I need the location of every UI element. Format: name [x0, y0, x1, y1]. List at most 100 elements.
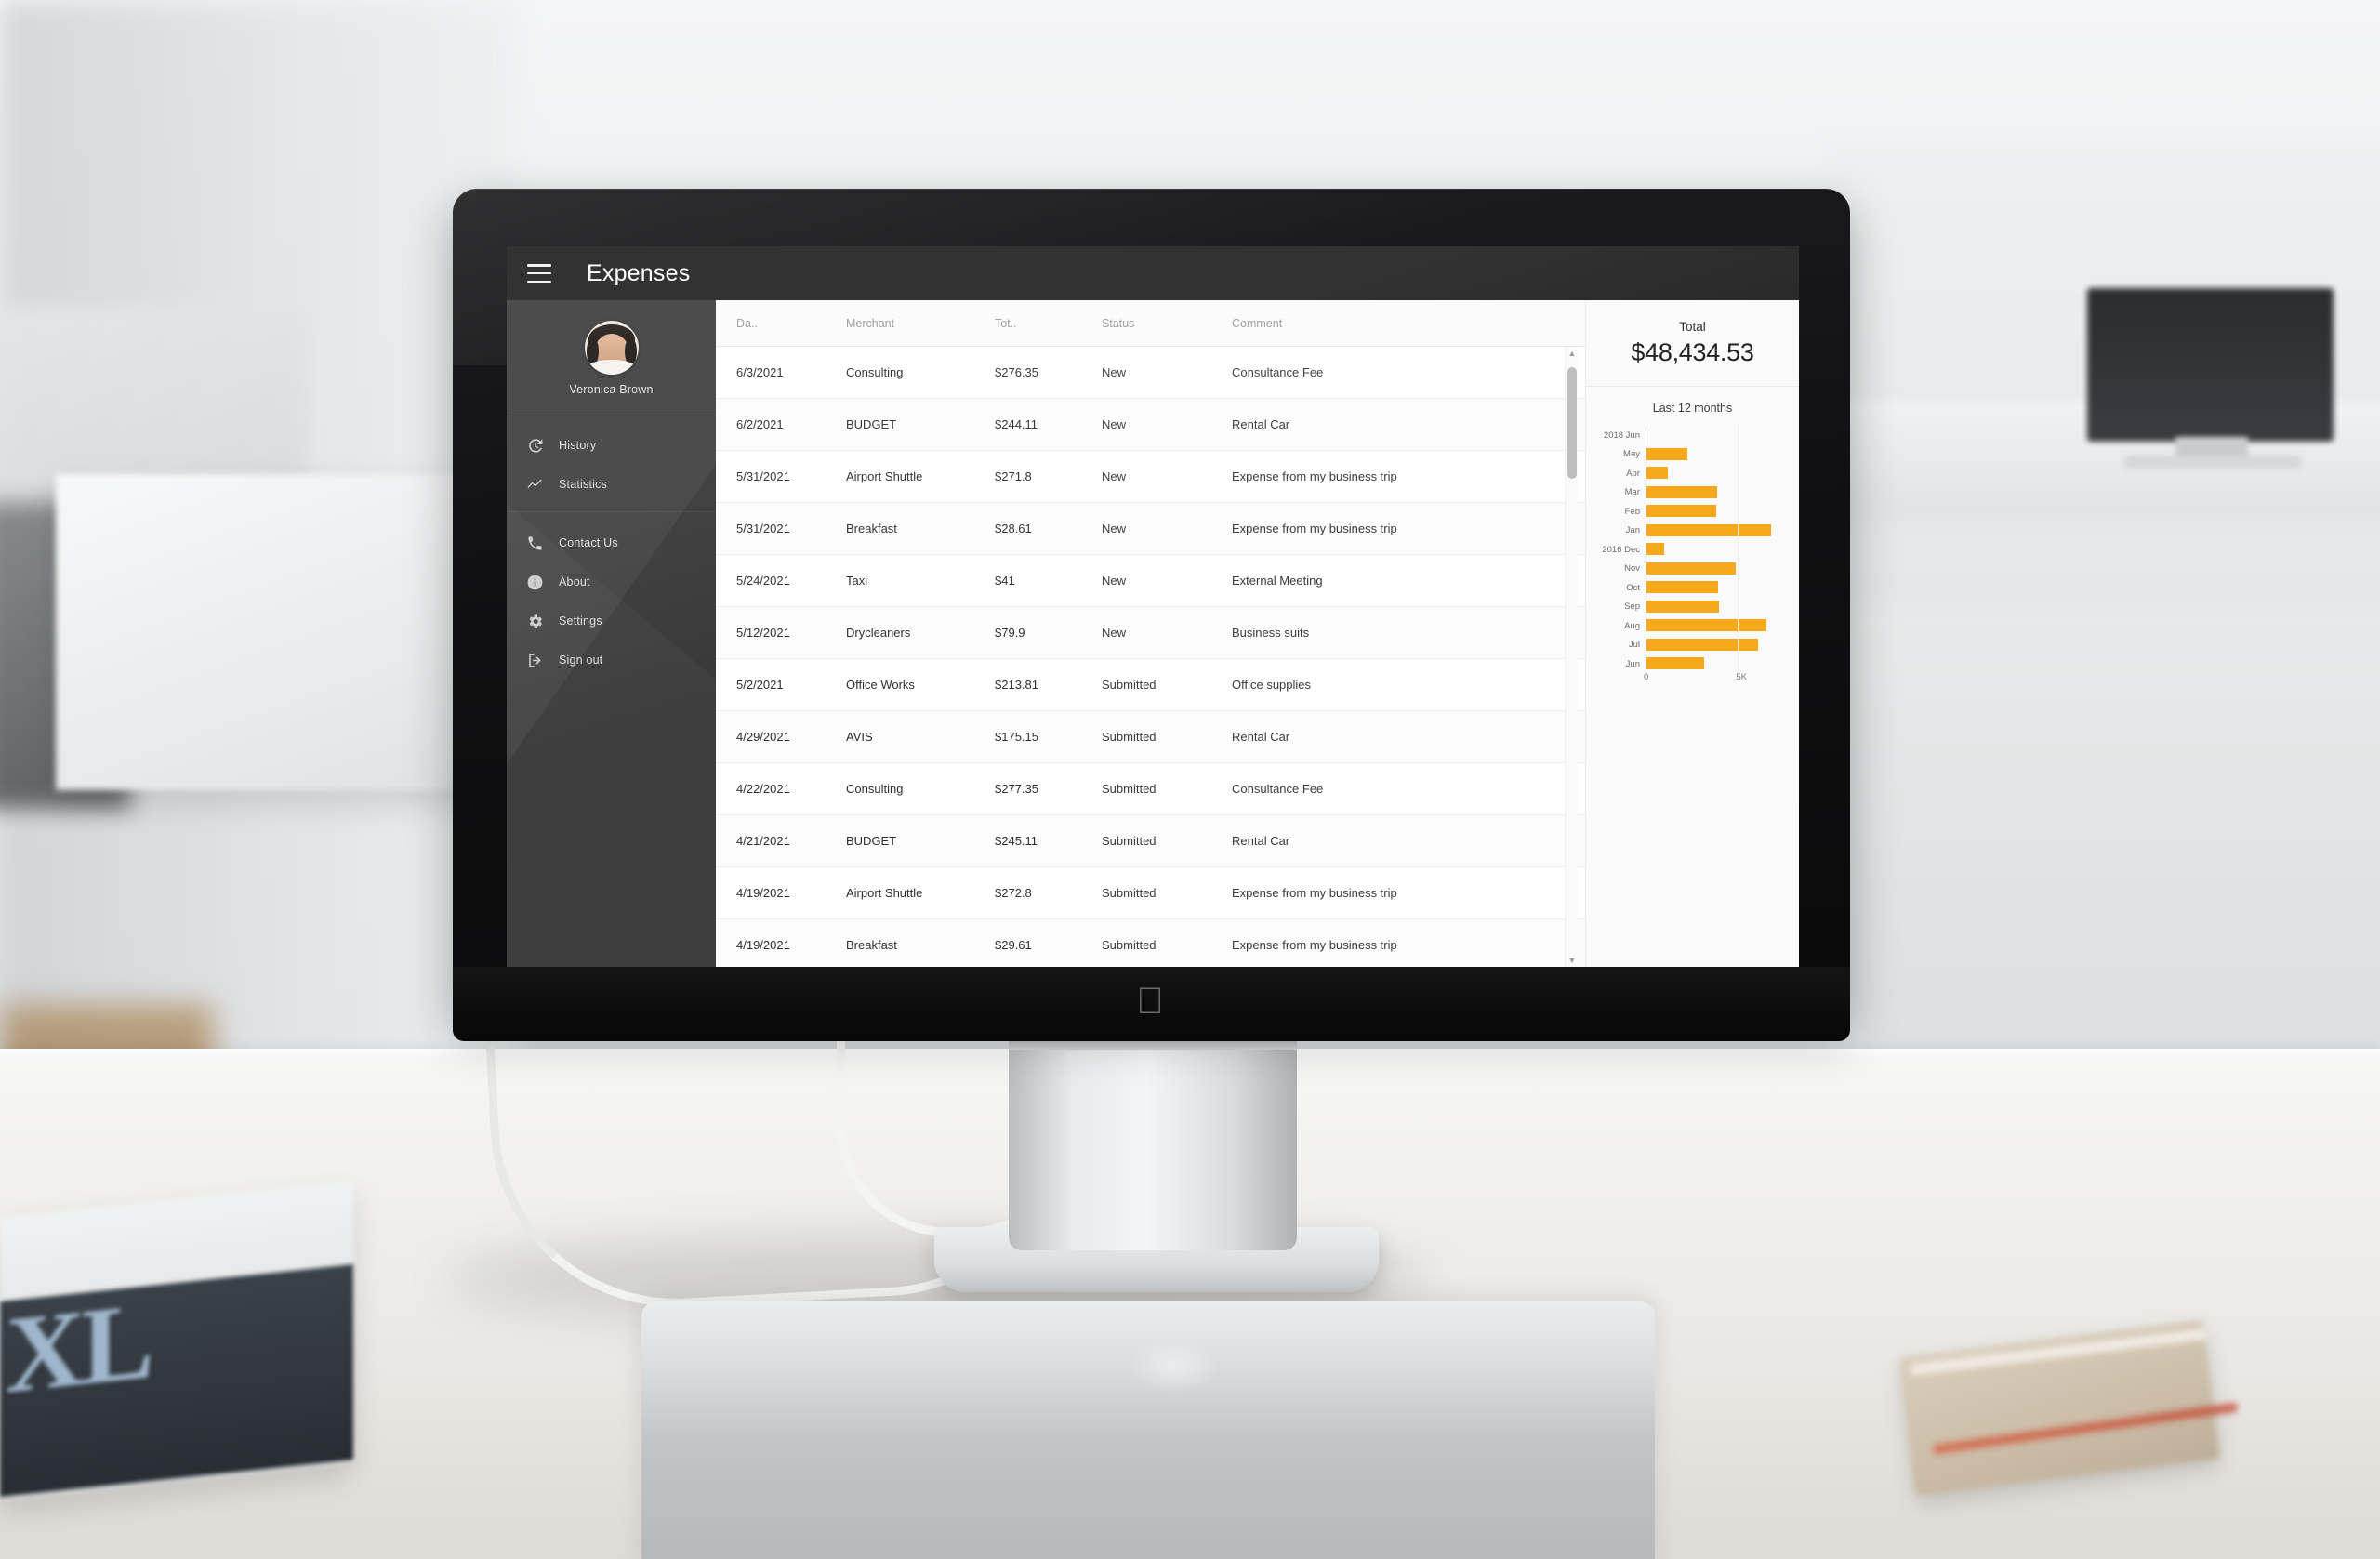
sidebar-profile[interactable]: Veronica Brown	[507, 300, 716, 416]
table-row[interactable]: 6/2/2021 BUDGET $244.11 New Rental Car	[716, 399, 1585, 451]
chart-bar	[1646, 581, 1718, 593]
chart-x-axis-labels: 0 5K	[1592, 672, 1786, 691]
chart-bar-row: Nov	[1592, 560, 1786, 578]
app-screen: Expenses Veronica Brown History Statisti…	[507, 246, 1799, 967]
sidebar-item-settings[interactable]: Settings	[507, 601, 716, 641]
chart-bar-row: Apr	[1592, 464, 1786, 482]
cell-date: 6/3/2021	[736, 365, 784, 379]
table-row[interactable]: 5/24/2021 Taxi $41 New External Meeting	[716, 555, 1585, 607]
cell-merchant: Breakfast	[846, 522, 897, 535]
table-row[interactable]: 4/19/2021 Breakfast $29.61 Submitted Exp…	[716, 919, 1585, 967]
cell-status: New	[1102, 574, 1127, 588]
chart-bar-row: Sep	[1592, 598, 1786, 616]
cell-comment: Expense from my business trip	[1232, 886, 1397, 900]
sidebar-item-statistics[interactable]: Statistics	[507, 465, 716, 504]
table-row[interactable]: 4/29/2021 AVIS $175.15 Submitted Rental …	[716, 711, 1585, 763]
chart-bar	[1646, 447, 1687, 460]
cell-status: Submitted	[1102, 886, 1157, 900]
cell-comment: Consultance Fee	[1232, 782, 1324, 796]
scroll-up-arrow-icon[interactable]: ▲	[1567, 349, 1577, 358]
monthly-expenses-bar-chart: 2018 Jun May Apr Mar Feb Jan 2016 Dec Nov Oct Sep…	[1586, 422, 1799, 967]
table-header-row: Da.. Merchant Tot.. Status Comment	[716, 300, 1585, 347]
cell-merchant: Airport Shuttle	[846, 469, 923, 483]
cell-comment: Consultance Fee	[1232, 365, 1324, 379]
sidebar-item-about[interactable]: About	[507, 562, 716, 601]
sidebar-item-label: Statistics	[559, 478, 608, 491]
cell-status: New	[1102, 417, 1127, 431]
closed-laptop	[641, 1301, 1655, 1559]
scrollbar-thumb[interactable]	[1567, 367, 1577, 479]
cell-status: Submitted	[1102, 782, 1157, 796]
table-row[interactable]: 4/22/2021 Consulting $277.35 Submitted C…	[716, 763, 1585, 815]
cell-merchant: Office Works	[846, 678, 915, 692]
info-icon	[523, 571, 546, 593]
chart-bar	[1646, 523, 1771, 536]
phone-icon	[523, 532, 546, 554]
cell-date: 5/24/2021	[736, 574, 790, 588]
chart-bar-track	[1646, 560, 1786, 578]
cell-date: 4/29/2021	[736, 730, 790, 744]
column-header-status[interactable]: Status	[1102, 317, 1232, 330]
cell-comment: Expense from my business trip	[1232, 938, 1397, 952]
cell-comment: Rental Car	[1232, 730, 1290, 744]
summary-panel: Total $48,434.53 Last 12 months 2018 Jun…	[1585, 300, 1799, 967]
page-title: Expenses	[587, 259, 691, 286]
column-header-comment[interactable]: Comment	[1232, 317, 1585, 330]
chart-category-label: Mar	[1624, 487, 1640, 497]
avatar-collar	[586, 359, 637, 375]
chart-category-label: Oct	[1626, 582, 1640, 593]
total-box: Total $48,434.53	[1586, 300, 1799, 387]
sidebar-item-history[interactable]: History	[507, 426, 716, 465]
scroll-down-arrow-icon[interactable]: ▼	[1567, 956, 1577, 965]
cell-date: 5/31/2021	[736, 522, 790, 535]
chart-bar	[1646, 600, 1719, 613]
chart-bar	[1646, 543, 1664, 555]
cell-total: $175.15	[995, 730, 1038, 744]
sign-out-icon	[523, 649, 546, 671]
chart-bar-track	[1646, 540, 1786, 559]
sidebar-nav-group-primary: History Statistics	[507, 416, 716, 504]
sidebar-nav-group-secondary: Contact Us About Settings Sign out	[507, 511, 716, 680]
column-header-date[interactable]: Da..	[736, 317, 846, 330]
chart-bar-row: Oct	[1592, 578, 1786, 597]
hamburger-menu-icon[interactable]	[527, 264, 551, 283]
cell-merchant: Breakfast	[846, 938, 897, 952]
apple-logo-icon: 	[1132, 981, 1168, 1022]
sidebar-item-label: Sign out	[559, 654, 603, 667]
sidebar-item-contact-us[interactable]: Contact Us	[507, 523, 716, 562]
sidebar: Veronica Brown History Statistics Contac…	[507, 300, 716, 967]
sidebar-item-label: Settings	[559, 614, 602, 628]
cell-status: New	[1102, 469, 1127, 483]
cell-status: Submitted	[1102, 678, 1157, 692]
chart-bar-track	[1646, 522, 1786, 540]
cell-total: $213.81	[995, 678, 1038, 692]
table-row[interactable]: 5/2/2021 Office Works $213.81 Submitted …	[716, 659, 1585, 711]
cell-total: $271.8	[995, 469, 1032, 483]
chart-bar-track	[1646, 654, 1786, 673]
chart-bar-track	[1646, 616, 1786, 635]
total-label: Total	[1679, 319, 1706, 334]
table-row[interactable]: 5/31/2021 Airport Shuttle $271.8 New Exp…	[716, 451, 1585, 503]
cell-status: Submitted	[1102, 834, 1157, 848]
column-header-merchant[interactable]: Merchant	[846, 317, 995, 330]
chart-bar	[1646, 467, 1669, 479]
app-topbar: Expenses	[507, 246, 1799, 300]
table-row[interactable]: 5/12/2021 Drycleaners $79.9 New Business…	[716, 607, 1585, 659]
column-header-total[interactable]: Tot..	[995, 317, 1102, 330]
cell-total: $277.35	[995, 782, 1038, 796]
cell-total: $276.35	[995, 365, 1038, 379]
chart-bar-row: Feb	[1592, 502, 1786, 521]
table-row[interactable]: 4/21/2021 BUDGET $245.11 Submitted Renta…	[716, 815, 1585, 867]
chart-category-label: 2016 Dec	[1602, 544, 1640, 555]
table-row[interactable]: 5/31/2021 Breakfast $28.61 New Expense f…	[716, 503, 1585, 555]
chart-bar-row: Jun	[1592, 654, 1786, 673]
sidebar-item-sign-out[interactable]: Sign out	[507, 641, 716, 680]
table-row[interactable]: 6/3/2021 Consulting $276.35 New Consulta…	[716, 347, 1585, 399]
cell-date: 5/12/2021	[736, 626, 790, 640]
table-vertical-scrollbar[interactable]: ▲ ▼	[1565, 347, 1578, 967]
chart-bar	[1646, 485, 1717, 498]
cell-comment: Office supplies	[1232, 678, 1312, 692]
cell-merchant: Taxi	[846, 574, 868, 588]
table-row[interactable]: 4/19/2021 Airport Shuttle $272.8 Submitt…	[716, 867, 1585, 919]
chart-category-label: Feb	[1624, 506, 1640, 517]
